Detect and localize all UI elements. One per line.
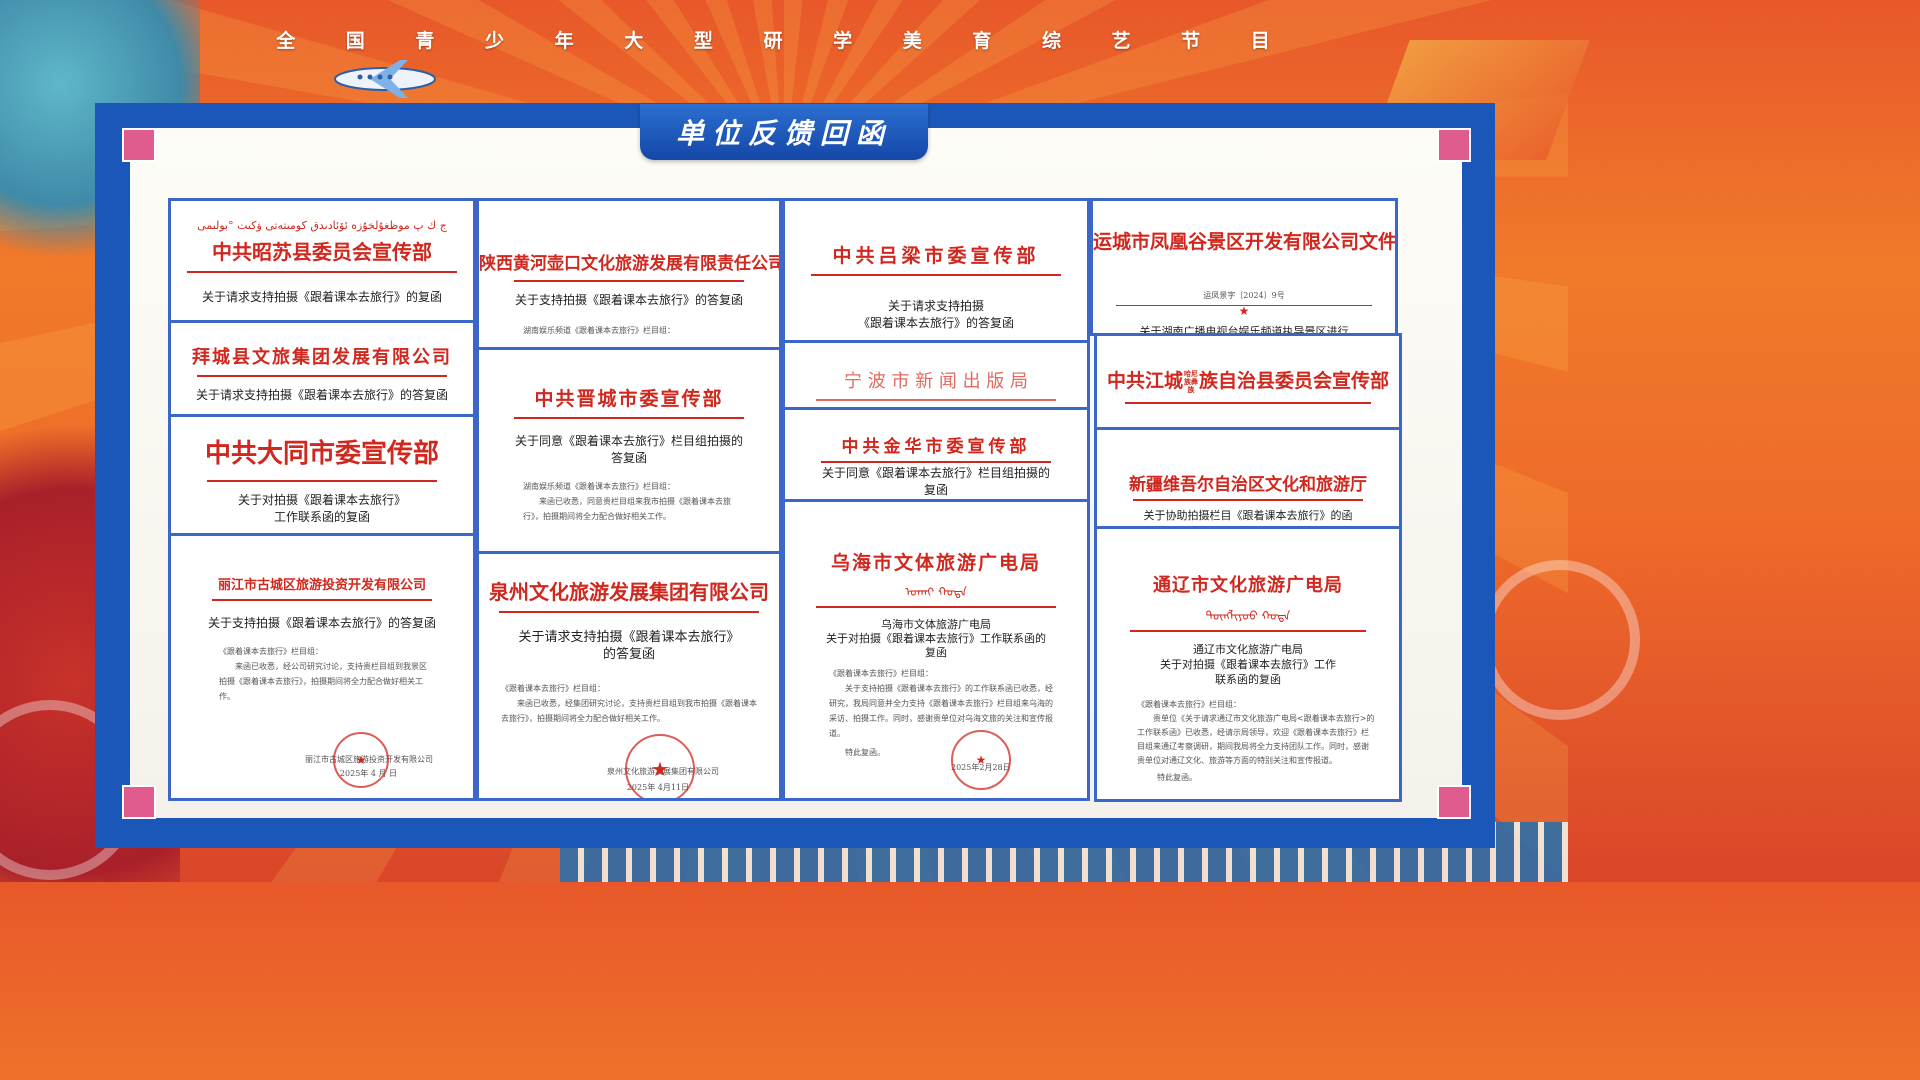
letter-subject: 复函 xyxy=(925,646,947,659)
red-rule xyxy=(514,280,744,282)
letter-quanzhou: 泉州文化旅游发展集团有限公司 关于请求支持拍摄《跟着课本去旅行》 的答复函 《跟… xyxy=(476,551,782,801)
letter-organization: 乌海市文体旅游广电局 xyxy=(830,552,1041,574)
letter-organization: 陕西黄河壶口文化旅游发展有限责任公司 xyxy=(479,254,782,274)
letter-organization: 丽江市古城区旅游投资开发有限公司 xyxy=(217,578,426,593)
letter-salutation: 湖南娱乐频道《跟着课本去旅行》栏目组： xyxy=(523,326,675,335)
letter-organization: 通辽市文化旅游广电局 xyxy=(1153,575,1343,596)
letter-subject: 关于请求支持拍摄《跟着课本去旅行》的复函 xyxy=(201,290,442,304)
letter-hukou: 陕西黄河壶口文化旅游发展有限责任公司 关于支持拍摄《跟着课本去旅行》的答复函 湖… xyxy=(476,198,782,350)
corner-marker xyxy=(1437,785,1471,819)
letter-yuncheng: 运城市凤凰谷景区开发有限公司文件 运凤景字〔2024〕9号 ★ 关于湖南广播电视… xyxy=(1090,198,1398,336)
letter-subject: 关于同意《跟着课本去旅行》栏目组拍摄的 xyxy=(514,434,743,448)
red-rule xyxy=(197,375,447,377)
letter-subject: 答复函 xyxy=(610,451,647,465)
letter-organization: 中共大同市委宣传部 xyxy=(204,439,439,469)
official-seal: ★ xyxy=(951,730,1011,790)
red-rule xyxy=(1133,499,1363,501)
letter-subject: 联系函的复函 xyxy=(1215,673,1281,686)
airplane-icon xyxy=(334,60,436,98)
letter-subject: 《跟着课本去旅行》的答复函 xyxy=(857,316,1014,330)
red-rule xyxy=(816,606,1056,608)
letter-subject: 关于协助拍摄栏目《跟着课本去旅行》的函 xyxy=(1143,509,1353,522)
program-title: 全 国 青 少 年 大 型 研 学 美 育 综 艺 节 目 xyxy=(276,30,1292,52)
letter-organization: 中共金华市委宣传部 xyxy=(841,437,1031,457)
mongolian-script-header: ᠲᠦᠩᠯᠢᠶᠣᠤ ᠬᠣᠲᠠ xyxy=(1205,609,1291,623)
letter-organization: 泉州文化旅游发展集团有限公司 xyxy=(489,580,769,604)
letter-body: 来函已收悉，同意贵栏目组来我市拍摄《跟着课本去旅行》，拍摄期间将全力配合做好相关… xyxy=(523,497,731,521)
uyghur-script-header: ج ك پ موظغۇلخۇزه ئۆئادىدق كومىتەتى ۋكىت … xyxy=(197,219,447,232)
letter-salutation: 《跟着课本去旅行》栏目组： xyxy=(501,684,605,693)
letter-subject: 复函 xyxy=(923,483,948,497)
letter-salutation: 《跟着课本去旅行》栏目组： xyxy=(1137,700,1241,709)
letter-subject: 乌海市文体旅游广电局 xyxy=(881,618,991,631)
letter-tongliao: 通辽市文化旅游广电局 ᠲᠦᠩᠯᠢᠶᠣᠤ ᠬᠣᠲᠠ 通辽市文化旅游广电局 关于对拍… xyxy=(1094,526,1402,802)
letter-organization-part: 中共江城 xyxy=(1106,370,1183,392)
letter-closing: 特此复函。 xyxy=(1157,773,1197,782)
letter-organization: 拜城县文旅集团发展有限公司 xyxy=(192,347,452,368)
letter-subject: 的答复函 xyxy=(602,647,655,662)
red-rule xyxy=(816,399,1056,401)
letter-organization: 宁 波 市 新 闻 出 版 局 xyxy=(843,371,1029,392)
letter-organization: 运城市凤凰谷景区开发有限公司文件 xyxy=(1093,231,1398,253)
letter-organization-part: 族自治县委员会宣传部 xyxy=(1199,370,1390,392)
corner-marker xyxy=(1437,128,1471,162)
red-rule xyxy=(187,271,457,273)
letter-lijiang: 丽江市古城区旅游投资开发有限公司 关于支持拍摄《跟着课本去旅行》的答复函 《跟着… xyxy=(168,533,476,801)
letter-subject: 关于支持拍摄《跟着课本去旅行》的答复函 xyxy=(514,293,743,307)
official-seal: ★ xyxy=(625,734,695,798)
letter-body: 贵单位《关于请求通辽市文化旅游广电局<跟着课本去旅行>的工作联系函》已收悉，经请… xyxy=(1137,714,1375,765)
corner-marker xyxy=(122,785,156,819)
section-title: 单位反馈回函 xyxy=(675,117,892,150)
letter-organization: 中共江城哈尼族彝族 族自治县委员会宣传部 xyxy=(1097,366,1399,394)
letter-wuhai: 乌海市文体旅游广电局 ᠤᠬᠠᠢ ᠬᠣᠲᠠ 乌海市文体旅游广电局 关于对拍摄《跟着… xyxy=(782,499,1090,801)
official-seal: ★ xyxy=(333,732,389,788)
background-cloud-swirl xyxy=(1480,560,1640,720)
letter-datong: 中共大同市委宣传部 关于对拍摄《跟着课本去旅行》 工作联系函的复函 xyxy=(168,414,476,536)
letter-zhaosu: ج ك پ موظغۇلخۇزه ئۆئادىدق كومىتەتى ۋكىت … xyxy=(168,198,476,323)
letter-subject: 关于请求支持拍摄 xyxy=(887,299,984,313)
letter-subject: 通辽市文化旅游广电局 xyxy=(1193,643,1303,656)
mongolian-script-header: ᠤᠬᠠᠢ ᠬᠣᠲᠠ xyxy=(905,585,967,599)
letter-baicheng: 拜城县文旅集团发展有限公司 关于请求支持拍摄《跟着课本去旅行》的答复函 xyxy=(168,320,476,417)
letter-lvliang: 中共吕梁市委宣传部 关于请求支持拍摄 《跟着课本去旅行》的答复函 xyxy=(782,198,1090,343)
red-rule xyxy=(207,480,437,482)
letter-organization: 中共吕梁市委宣传部 xyxy=(832,245,1040,267)
letter-salutation: 《跟着课本去旅行》栏目组： xyxy=(219,647,323,656)
red-rule xyxy=(821,461,1051,463)
red-rule xyxy=(514,417,744,419)
letter-body: 关于支持拍摄《跟着课本去旅行》的工作联系函已收悉，经研究，我局同意并全力支持《跟… xyxy=(829,684,1053,738)
letter-subject: 工作联系函的复函 xyxy=(273,510,370,524)
red-rule xyxy=(1130,630,1366,632)
red-rule xyxy=(811,274,1061,276)
letter-jincheng: 中共晋城市委宣传部 关于同意《跟着课本去旅行》栏目组拍摄的 答复函 湖南娱乐频道… xyxy=(476,347,782,554)
letter-organization: 中共昭苏县委员会宣传部 xyxy=(212,240,432,264)
letter-subject: 关于对拍摄《跟着课本去旅行》 xyxy=(237,493,406,507)
letter-subject: 关于同意《跟着课本去旅行》栏目组拍摄的 xyxy=(821,466,1050,480)
red-star-icon: ★ xyxy=(1238,304,1250,318)
letter-organization: 新疆维吾尔自治区文化和旅游厅 xyxy=(1129,475,1367,495)
letter-subject: 关于支持拍摄《跟着课本去旅行》的答复函 xyxy=(207,616,436,630)
letter-jinhua: 中共金华市委宣传部 关于同意《跟着课本去旅行》栏目组拍摄的 复函 xyxy=(782,407,1090,502)
red-rule xyxy=(212,599,432,601)
letter-subject: 关于请求支持拍摄《跟着课本去旅行》 xyxy=(518,630,740,645)
document-number: 运凤景字〔2024〕9号 xyxy=(1203,291,1285,300)
letter-subject: 关于请求支持拍摄《跟着课本去旅行》的答复函 xyxy=(195,388,448,402)
letter-subject: 关于对拍摄《跟着课本去旅行》工作 xyxy=(1160,658,1336,671)
red-rule xyxy=(499,611,759,613)
section-banner: 单位反馈回函 xyxy=(640,104,928,160)
corner-marker xyxy=(122,128,156,162)
letter-organization: 中共晋城市委宣传部 xyxy=(534,388,724,410)
letter-subject: 关于对拍摄《跟着课本去旅行》工作联系函的 xyxy=(826,632,1046,645)
red-rule xyxy=(1125,402,1371,404)
letter-body: 来函已收悉，经集团研究讨论，支持贵栏目组到我市拍摄《跟着课本去旅行》，拍摄期间将… xyxy=(501,699,757,723)
letter-organization-small: 哈尼族彝族 xyxy=(1184,369,1198,394)
letter-salutation: 《跟着课本去旅行》栏目组： xyxy=(829,669,933,678)
letter-jiangcheng: 中共江城哈尼族彝族 族自治县委员会宣传部 xyxy=(1094,333,1402,430)
letter-salutation: 湖南娱乐频道《跟着课本去旅行》栏目组： xyxy=(523,482,675,491)
letter-ningbo: 宁 波 市 新 闻 出 版 局 xyxy=(782,340,1090,410)
letter-body: 来函已收悉，经公司研究讨论，支持贵栏目组到我景区拍摄《跟着课本去旅行》，拍摄期间… xyxy=(219,662,427,701)
letter-xinjiang: 新疆维吾尔自治区文化和旅游厅 关于协助拍摄栏目《跟着课本去旅行》的函 xyxy=(1094,427,1402,529)
